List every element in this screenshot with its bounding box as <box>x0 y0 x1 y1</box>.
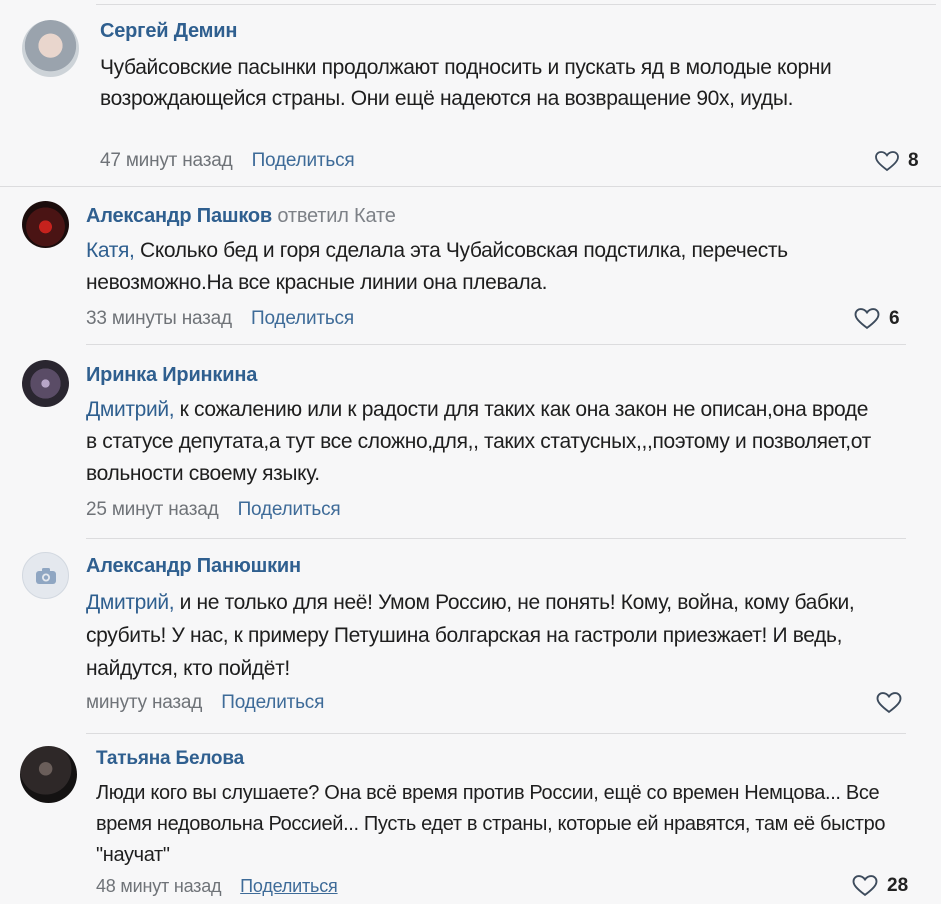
comment-meta: 25 минут назад Поделиться <box>86 499 341 521</box>
comment-author[interactable]: Сергей Демин <box>100 20 237 43</box>
comment-author[interactable]: Татьяна Белова <box>96 748 244 770</box>
comment-author[interactable]: Александр Пашков ответил Кате <box>86 205 396 228</box>
comment-aleksandr-pashkov: Александр Пашков ответил Кате Катя, Скол… <box>0 186 941 344</box>
like-count: 28 <box>887 874 909 896</box>
avatar[interactable] <box>22 201 69 248</box>
mention-link[interactable]: Дмитрий, <box>86 398 175 421</box>
author-name[interactable]: Александр Пашков <box>86 205 272 227</box>
avatar[interactable] <box>20 746 77 803</box>
like-button[interactable]: 28 <box>851 874 908 897</box>
comment-body: и не только для неё! Умом Россию, не пон… <box>86 591 855 680</box>
comment-irinka-irinkina: Иринка Иринкина Дмитрий, к сожалению или… <box>0 344 941 538</box>
heart-outline-icon <box>876 692 902 714</box>
camera-icon <box>35 567 56 584</box>
like-count: 8 <box>908 150 919 171</box>
reply-to-label: ответил Кате <box>277 205 396 227</box>
comment-author[interactable]: Александр Панюшкин <box>86 555 301 578</box>
comment-text: Дмитрий, к сожалению или к радости для т… <box>86 394 876 490</box>
avatar[interactable] <box>22 552 69 599</box>
comment-tatyana-belova: Татьяна Белова Люди кого вы слушаете? Он… <box>0 736 941 904</box>
like-button[interactable]: 8 <box>874 150 919 172</box>
share-link[interactable]: Поделиться <box>221 692 324 713</box>
share-link[interactable]: Поделиться <box>251 308 354 329</box>
mention-link[interactable]: Дмитрий, <box>86 591 175 614</box>
comment-time: минуту назад <box>86 692 203 713</box>
avatar[interactable] <box>22 20 79 77</box>
comment-time: 25 минут назад <box>86 499 219 520</box>
share-link[interactable]: Поделиться <box>238 499 341 520</box>
comment-body: Сколько бед и горя сделала эта Чубайсовс… <box>86 239 788 294</box>
like-button[interactable] <box>875 691 903 714</box>
comment-time: 33 минуты назад <box>86 308 232 329</box>
comment-meta: минуту назад Поделиться <box>86 692 324 714</box>
mention-link[interactable]: Катя, <box>86 239 135 262</box>
comment-text: Люди кого вы слушаете? Она всё время про… <box>96 782 886 866</box>
comment-aleksandr-panyushkin: Александр Панюшкин Дмитрий, и не только … <box>0 538 941 736</box>
avatar[interactable] <box>22 360 69 407</box>
comment-author[interactable]: Иринка Иринкина <box>86 364 257 387</box>
comment-body: к сожалению или к радости для таких как … <box>86 398 871 485</box>
share-link[interactable]: Поделиться <box>252 150 355 171</box>
heart-outline-icon <box>854 308 880 330</box>
comment-time: 48 минут назад <box>96 876 222 896</box>
like-count: 6 <box>889 307 900 329</box>
divider <box>86 733 906 734</box>
comment-time: 47 минут назад <box>100 150 233 171</box>
comment-meta: 33 минуты назад Поделиться <box>86 308 354 330</box>
comment-meta: 47 минут назад Поделиться <box>100 150 355 172</box>
comment-text: Катя, Сколько бед и горя сделала эта Чуб… <box>86 235 906 299</box>
comment-text: Чубайсовские пасынки продолжают подносит… <box>100 56 832 110</box>
comment-sergey-demin: Сергей Демин Чубайсовские пасынки продол… <box>0 0 941 186</box>
heart-outline-icon <box>875 151 899 172</box>
heart-outline-icon <box>852 875 878 897</box>
share-link[interactable]: Поделиться <box>240 876 338 896</box>
comment-text: Дмитрий, и не только для неё! Умом Росси… <box>86 586 886 685</box>
like-button[interactable]: 6 <box>853 307 900 330</box>
comment-meta: 48 минут назад Поделиться <box>96 876 338 897</box>
